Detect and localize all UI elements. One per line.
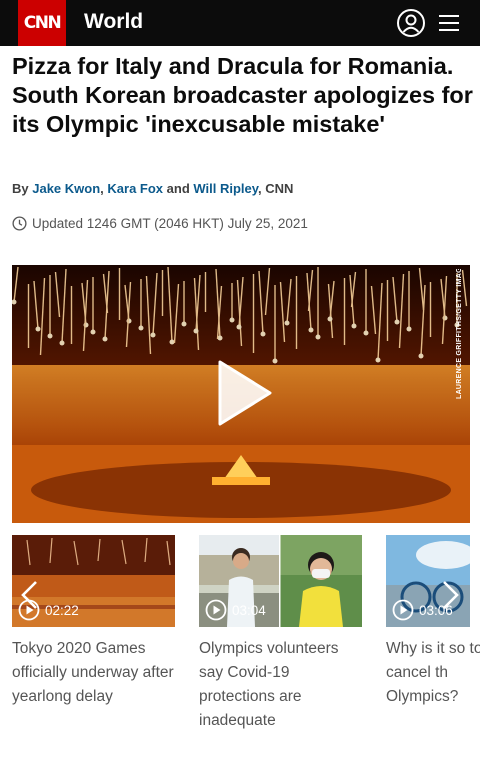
- video-duration: 03:04: [205, 599, 266, 621]
- author-link[interactable]: Jake Kwon: [32, 181, 100, 196]
- author-link[interactable]: Kara Fox: [107, 181, 163, 196]
- play-circle-icon: [205, 599, 227, 621]
- cnn-logo[interactable]: CNN: [18, 0, 66, 46]
- video-card-title[interactable]: Tokyo 2020 Games officially underway aft…: [12, 637, 175, 709]
- play-icon[interactable]: [216, 360, 272, 426]
- user-icon[interactable]: [396, 8, 426, 38]
- headline: Pizza for Italy and Dracula for Romania.…: [12, 53, 473, 137]
- author-link[interactable]: Will Ripley: [193, 181, 258, 196]
- video-card-title[interactable]: Why is it so to cancel th Olympics?: [386, 637, 480, 709]
- chevron-right-icon[interactable]: [440, 580, 460, 610]
- byline: By Jake Kwon, Kara Fox and Will Ripley, …: [12, 181, 294, 196]
- clock-icon: [12, 216, 27, 231]
- video-card[interactable]: 02:22 Tokyo 2020 Games officially underw…: [12, 535, 175, 709]
- video-card-title[interactable]: Olympics volunteers say Covid-19 protect…: [199, 637, 362, 733]
- chevron-left-icon[interactable]: [20, 580, 40, 610]
- video-thumbnail: 03:04: [199, 535, 362, 627]
- update-timestamp: Updated 1246 GMT (2046 HKT) July 25, 202…: [12, 216, 308, 231]
- menu-icon[interactable]: [438, 12, 460, 34]
- main-video-player[interactable]: LAURENCE GRIFFITHS/GETTY IMAGES: [12, 265, 470, 523]
- top-nav-bar: CNN World: [0, 0, 480, 46]
- video-card[interactable]: 03:04 Olympics volunteers say Covid-19 p…: [199, 535, 362, 733]
- photo-credit: LAURENCE GRIFFITHS/GETTY IMAGES: [456, 269, 463, 399]
- section-title[interactable]: World: [84, 10, 143, 34]
- video-card[interactable]: 03:06 Why is it so to cancel th Olympics…: [386, 535, 480, 709]
- play-circle-icon: [392, 599, 414, 621]
